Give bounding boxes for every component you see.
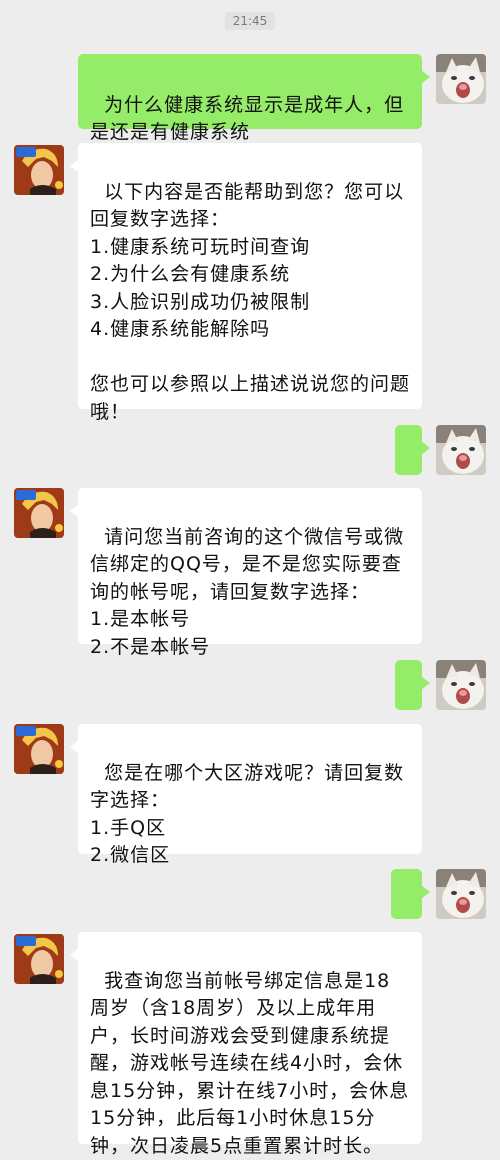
user-message-bubble[interactable]: 2 (391, 869, 430, 956)
message-timestamp: 21:45 (0, 10, 500, 30)
timestamp-label: 21:45 (224, 12, 276, 30)
message-text: 我查询您当前帐号绑定信息是18周岁（含18周岁）及以上成年用户，长时间游戏会受到… (90, 969, 410, 1157)
bot-message-bubble[interactable]: 请问您当前咨询的这个微信号或微信绑定的QQ号，是不是您实际要查询的帐号呢，请回复… (70, 488, 422, 658)
message-text: 您是在哪个大区游戏呢？请回复数字选择： 1.手Q区 2.微信区 (90, 761, 405, 867)
user-avatar[interactable] (436, 54, 486, 104)
user-message-bubble[interactable]: 1 (395, 425, 430, 562)
message-text: 为什么健康系统显示是成年人，但是还是有健康系统 (90, 93, 405, 144)
bot-message-bubble[interactable]: 您是在哪个大区游戏呢？请回复数字选择： 1.手Q区 2.微信区 (70, 724, 422, 866)
user-message-bubble[interactable]: 1 (395, 660, 430, 797)
bot-message-bubble[interactable]: 我查询您当前帐号绑定信息是18周岁（含18周岁）及以上成年用户，长时间游戏会受到… (70, 932, 422, 1157)
user-avatar[interactable] (436, 660, 486, 710)
bot-avatar[interactable] (14, 934, 64, 984)
user-message-bubble[interactable]: 为什么健康系统显示是成年人，但是还是有健康系统 (78, 54, 430, 143)
bot-avatar[interactable] (14, 145, 64, 195)
user-avatar[interactable] (436, 425, 486, 475)
bot-avatar[interactable] (14, 724, 64, 774)
message-text: 以下内容是否能帮助到您？您可以回复数字选择： 1.健康系统可玩时间查询 2.为什… (90, 180, 411, 423)
bot-avatar[interactable] (14, 488, 64, 538)
bot-message-bubble[interactable]: 以下内容是否能帮助到您？您可以回复数字选择： 1.健康系统可玩时间查询 2.为什… (70, 143, 422, 423)
user-avatar[interactable] (436, 869, 486, 919)
message-text: 请问您当前咨询的这个微信号或微信绑定的QQ号，是不是您实际要查询的帐号呢，请回复… (90, 525, 405, 658)
